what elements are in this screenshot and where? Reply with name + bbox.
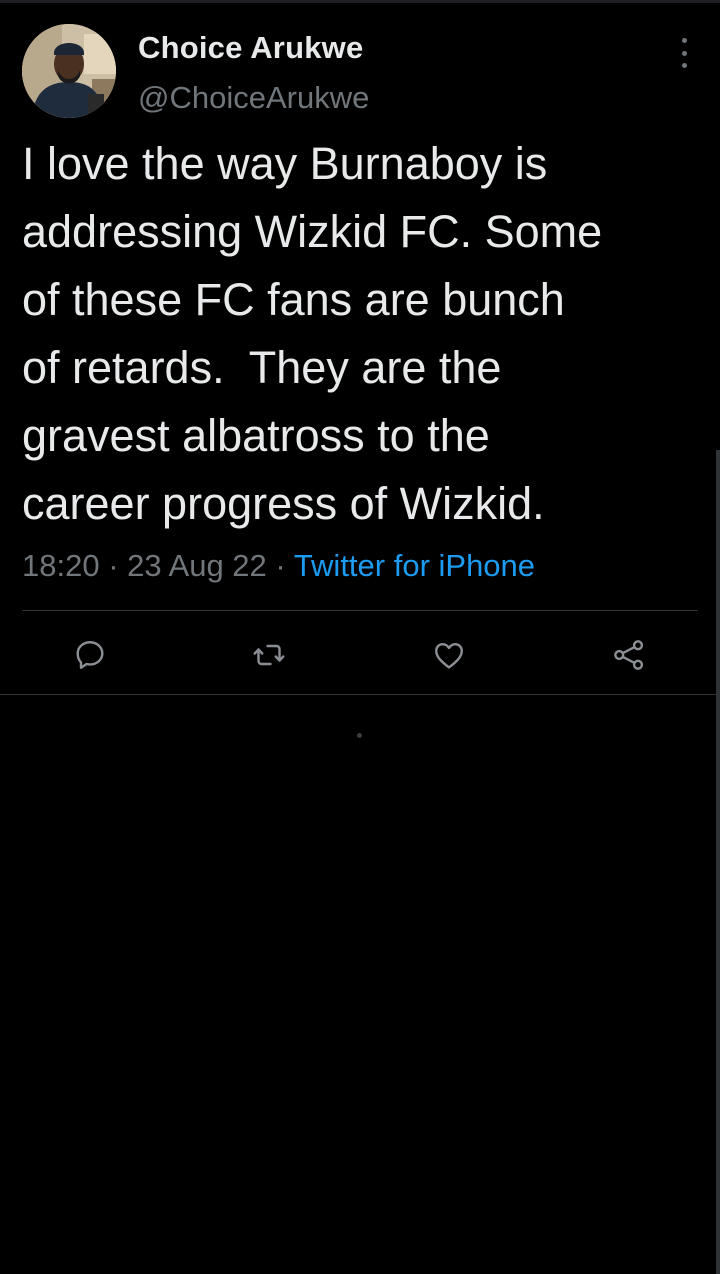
share-icon <box>614 640 644 670</box>
like-button[interactable] <box>424 630 474 680</box>
meta-separator: · <box>275 548 286 583</box>
heart-icon <box>435 643 463 669</box>
more-dot <box>681 38 687 43</box>
more-vertical-icon[interactable] <box>672 38 696 68</box>
scrollbar[interactable] <box>716 450 720 1274</box>
tweet-time[interactable]: 18:20 <box>22 548 100 583</box>
avatar[interactable] <box>22 24 116 118</box>
more-dot <box>681 63 687 68</box>
tweet-meta: 18:20 · 23 Aug 22 · Twitter for iPhone <box>22 548 535 584</box>
meta-separator: · <box>108 548 119 583</box>
divider <box>22 610 698 611</box>
reply-icon <box>76 641 104 669</box>
avatar-photo <box>22 24 116 118</box>
tweet-date[interactable]: 23 Aug 22 <box>127 548 267 583</box>
top-divider <box>0 0 720 3</box>
retweet-icon <box>253 644 285 666</box>
divider <box>0 694 720 695</box>
share-button[interactable] <box>604 630 654 680</box>
tweet-actions-bar <box>0 630 720 680</box>
tweet-detail-screen: Choice Arukwe @ChoiceArukwe I love the w… <box>0 0 720 1274</box>
retweet-button[interactable] <box>244 630 294 680</box>
reply-button[interactable] <box>65 630 115 680</box>
tweet-text: I love the way Burnaboy is addressing Wi… <box>22 138 603 529</box>
author-name[interactable]: Choice Arukwe <box>138 30 363 66</box>
tweet-source-link[interactable]: Twitter for iPhone <box>294 548 535 583</box>
author-handle[interactable]: @ChoiceArukwe <box>138 80 369 116</box>
loading-dot <box>357 733 362 738</box>
more-dot <box>681 50 687 56</box>
